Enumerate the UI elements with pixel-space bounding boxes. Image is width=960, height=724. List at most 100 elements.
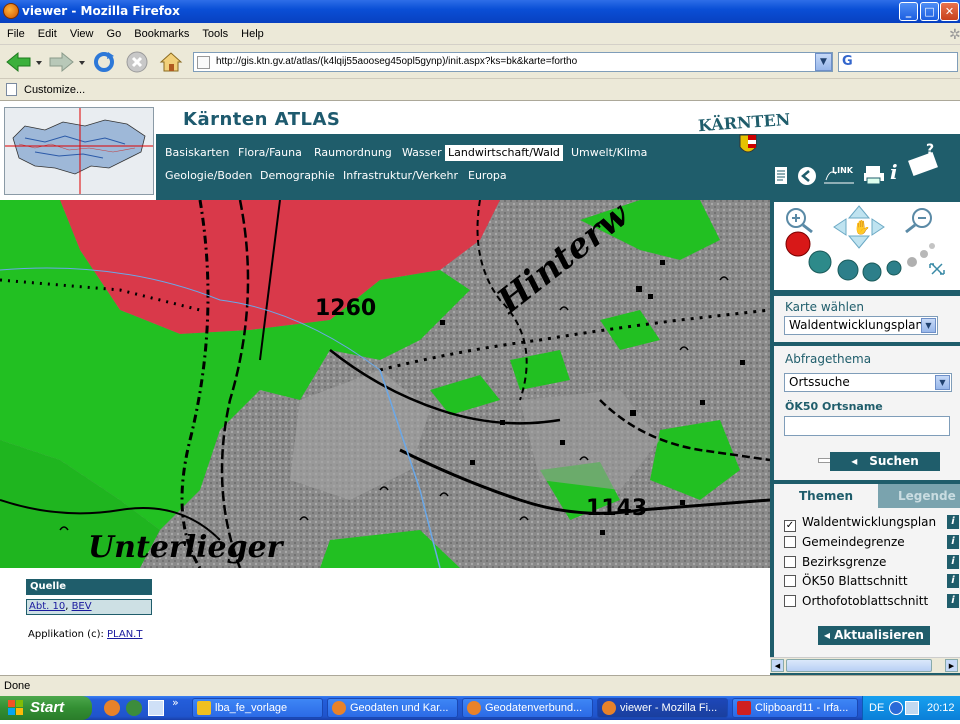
reload-icon[interactable] (92, 50, 116, 74)
minimize-button[interactable]: _ (899, 2, 918, 21)
layer-row[interactable]: Bezirksgrenze (784, 553, 886, 571)
nav-raumordnung[interactable]: Raumordnung (311, 145, 395, 161)
tab-themen[interactable]: Themen (774, 484, 878, 508)
task-clipboard-irfanview[interactable]: Clipboard11 - Irfa... (732, 698, 858, 718)
menu-view[interactable]: View (70, 28, 94, 40)
folder-icon (197, 701, 211, 715)
task-label: lba_fe_vorlage (215, 702, 288, 714)
bluetooth-icon[interactable] (889, 701, 903, 715)
task-lba-fe-vorlage[interactable]: lba_fe_vorlage (192, 698, 323, 718)
nav-landwirtschaft-wald[interactable]: Landwirtschaft/Wald (445, 145, 563, 161)
mail-help-icon[interactable]: ? (904, 140, 944, 180)
karte-select[interactable]: Waldentwicklungsplan ▼ (784, 316, 938, 335)
nav-basiskarten[interactable]: Basiskarten (162, 145, 232, 161)
checkbox-bezirksgrenze[interactable] (784, 556, 796, 568)
firefox-quicklaunch-icon[interactable] (104, 700, 120, 716)
menu-bookmarks[interactable]: Bookmarks (134, 28, 189, 40)
nav-infrastruktur-verkehr[interactable]: Infrastruktur/Verkehr (340, 168, 461, 184)
checkbox-gemeindegrenze[interactable] (784, 536, 796, 548)
scroll-left-icon[interactable]: ◀ (771, 659, 784, 672)
back-icon[interactable] (4, 50, 44, 74)
home-icon[interactable] (158, 50, 184, 74)
throbber-icon: ✲ (949, 26, 960, 42)
firefox-icon (3, 3, 19, 19)
aktualisieren-button[interactable]: ◂ Aktualisieren (818, 626, 930, 645)
bookmark-page-icon (6, 83, 17, 96)
search-input[interactable]: G (838, 52, 958, 72)
checkbox-waldentwicklungsplan[interactable]: ✓ (784, 520, 796, 532)
task-geodatenverbund[interactable]: Geodatenverbund... (462, 698, 593, 718)
back-arrow-icon[interactable] (797, 166, 817, 186)
source-link-abt10[interactable]: Abt. 10 (29, 601, 65, 612)
layer-row[interactable]: Orthofotoblattschnitt (784, 592, 928, 610)
layer-row[interactable]: ÖK50 Blattschnitt (784, 572, 908, 590)
overview-minimap[interactable] (4, 107, 154, 195)
abfragethema-select[interactable]: Ortssuche ▼ (784, 373, 952, 392)
quelle-heading: Quelle (26, 579, 152, 595)
quicklaunch-expand-icon[interactable]: » (172, 696, 179, 709)
menu-tools[interactable]: Tools (202, 28, 228, 40)
menu-edit[interactable]: Edit (38, 28, 57, 40)
layer-label: Gemeindegrenze (802, 535, 905, 549)
scrollbar-thumb[interactable] (786, 659, 932, 672)
info-icon[interactable]: i (947, 535, 959, 549)
quelle-sources: Abt. 10, BEV (26, 599, 152, 615)
system-tray: DE 20:12 (862, 696, 960, 720)
nav-demographie[interactable]: Demographie (257, 168, 338, 184)
info-icon[interactable]: i (947, 574, 959, 588)
document-icon[interactable] (773, 166, 789, 186)
firefox-icon (602, 701, 616, 715)
suchen-button[interactable]: ◂ Suchen (830, 452, 940, 471)
menu-help[interactable]: Help (241, 28, 264, 40)
arrow-left-icon: ◂ (824, 628, 831, 642)
stop-icon[interactable] (125, 50, 149, 74)
info-icon[interactable]: i (947, 594, 959, 608)
menu-go[interactable]: Go (107, 28, 122, 40)
url-input[interactable]: http://gis.ktn.gv.at/atlas/(k4lqij55aoos… (193, 52, 833, 72)
info-icon[interactable]: i (947, 555, 959, 569)
url-dropdown-icon[interactable]: ▼ (815, 53, 832, 71)
nav-wasser[interactable]: Wasser (399, 145, 445, 161)
app-credit: Applikation (c): PLAN.T (28, 629, 142, 640)
app-link-plant[interactable]: PLAN.T (107, 629, 142, 640)
svg-text:✋: ✋ (853, 219, 870, 236)
source-link-bev[interactable]: BEV (72, 601, 92, 612)
info-icon[interactable]: i (947, 515, 959, 529)
task-viewer-firefox[interactable]: viewer - Mozilla Fi... (597, 698, 728, 718)
scroll-right-icon[interactable]: ▶ (945, 659, 958, 672)
chevron-down-icon[interactable]: ▼ (935, 375, 950, 390)
bookmark-customize[interactable]: Customize... (24, 84, 85, 96)
network-icon[interactable] (905, 701, 919, 715)
maximize-button[interactable]: □ (920, 2, 939, 21)
print-icon[interactable] (863, 164, 885, 186)
clock[interactable]: 20:12 (927, 696, 955, 720)
kaernten-logo[interactable]: KÄRNTEN (690, 103, 791, 159)
layer-row[interactable]: ✓ Waldentwicklungsplan (784, 513, 936, 532)
tab-legende[interactable]: Legende (878, 484, 960, 508)
chevron-down-icon[interactable]: ▼ (921, 318, 936, 333)
nav-geologie-boden[interactable]: Geologie/Boden (162, 168, 255, 184)
forward-icon[interactable] (48, 50, 88, 74)
coat-of-arms-icon (739, 134, 757, 153)
media-quicklaunch-icon[interactable] (126, 700, 142, 716)
start-button[interactable]: Start (0, 696, 92, 720)
nav-flora-fauna[interactable]: Flora/Fauna (235, 145, 305, 161)
map-elevation-label: 1143 (586, 496, 648, 521)
mail-quicklaunch-icon[interactable] (148, 700, 164, 716)
nav-umwelt-klima[interactable]: Umwelt/Klima (568, 145, 650, 161)
horizontal-scrollbar[interactable]: ◀ ▶ (770, 657, 960, 673)
menu-file[interactable]: File (7, 28, 25, 40)
google-icon[interactable]: G (842, 54, 853, 69)
nav-europa[interactable]: Europa (465, 168, 510, 184)
info-icon[interactable]: i (890, 160, 898, 184)
checkbox-oek50-blattschnitt[interactable] (784, 575, 796, 587)
close-button[interactable]: ✕ (940, 2, 959, 21)
checkbox-orthofotoblattschnitt[interactable] (784, 595, 796, 607)
layer-label: ÖK50 Blattschnitt (802, 574, 908, 588)
language-indicator[interactable]: DE (869, 696, 884, 720)
map-view[interactable]: 1260 1143 Hinterw Unterlieger (0, 200, 770, 568)
irfanview-icon (737, 701, 751, 715)
task-geodaten-und-karten[interactable]: Geodaten und Kar... (327, 698, 458, 718)
layer-row[interactable]: Gemeindegrenze (784, 533, 905, 551)
ortsname-input[interactable] (784, 416, 950, 436)
